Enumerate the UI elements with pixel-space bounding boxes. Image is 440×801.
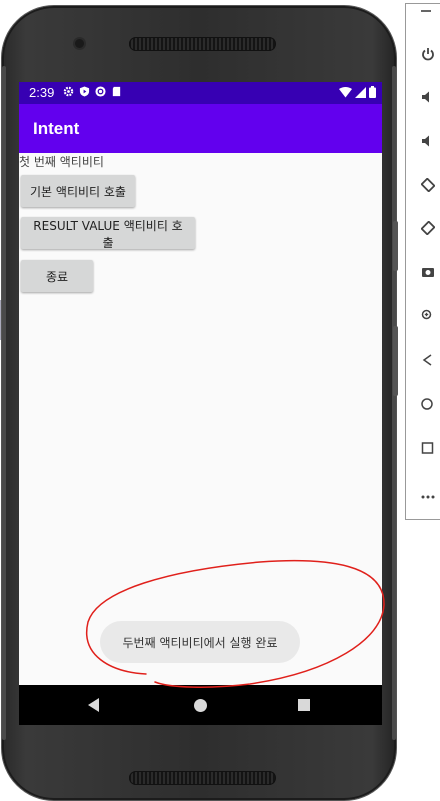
device-screen: 2:39 Intent 첫 번째 액티비티 기본 액티비티 호출 RESULT … [19, 82, 382, 685]
sync-icon [95, 86, 106, 97]
home-icon[interactable] [194, 699, 207, 712]
settings-icon [63, 86, 74, 97]
rotate-right-icon[interactable] [421, 216, 440, 240]
play-protect-icon [79, 86, 90, 97]
overview-icon[interactable] [421, 436, 440, 460]
navigation-bar [19, 685, 382, 725]
volume-up-icon[interactable] [421, 85, 440, 109]
emulator-toolbar [405, 3, 440, 520]
power-icon[interactable] [421, 42, 440, 66]
app-bar: Intent [19, 104, 382, 153]
top-speaker [129, 37, 276, 51]
volume-down-icon[interactable] [421, 129, 440, 153]
basic-activity-button[interactable]: 기본 액티비티 호출 [21, 175, 135, 207]
minimize-icon[interactable] [421, 10, 431, 12]
sd-card-icon [112, 86, 121, 97]
rotate-left-icon[interactable] [421, 173, 440, 197]
bottom-speaker [129, 771, 276, 785]
zoom-icon[interactable] [421, 304, 440, 328]
camera-icon[interactable] [421, 260, 440, 284]
cell-signal-icon [355, 86, 366, 98]
wifi-icon [339, 86, 352, 97]
volume-side-button [393, 326, 398, 396]
activity-content: 첫 번째 액티비티 기본 액티비티 호출 RESULT VALUE 액티비티 호… [19, 153, 382, 685]
front-camera [75, 39, 84, 48]
status-bar: 2:39 [19, 82, 382, 104]
recents-icon[interactable] [298, 699, 310, 711]
activity-label: 첫 번째 액티비티 [19, 155, 104, 169]
power-side-button [393, 221, 398, 271]
battery-icon [369, 86, 376, 98]
back-icon[interactable] [421, 348, 440, 372]
toast-message: 두번째 액티비티에서 실행 완료 [100, 621, 300, 663]
home-icon[interactable] [421, 392, 440, 416]
result-value-activity-button[interactable]: RESULT VALUE 액티비티 호출 [21, 217, 195, 250]
back-icon[interactable] [88, 698, 99, 712]
exit-button[interactable]: 종료 [21, 260, 93, 292]
status-time: 2:39 [29, 85, 55, 100]
app-title: Intent [33, 119, 80, 138]
more-icon[interactable] [421, 482, 440, 506]
